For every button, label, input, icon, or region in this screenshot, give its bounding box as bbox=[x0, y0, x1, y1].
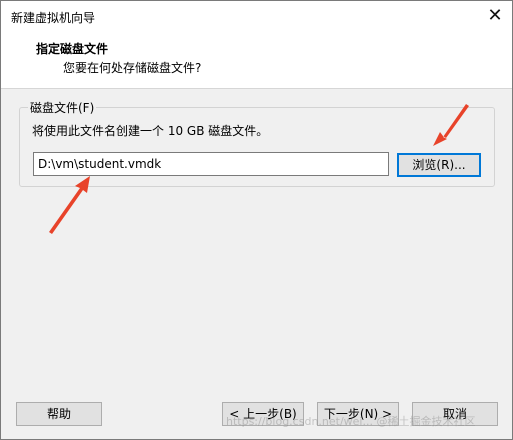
cancel-button[interactable]: 取消 bbox=[412, 402, 498, 426]
close-icon[interactable]: ✕ bbox=[478, 1, 512, 31]
page-subtitle: 您要在何处存储磁盘文件? bbox=[63, 61, 202, 75]
disk-file-group: 磁盘文件(F) 将使用此文件名创建一个 10 GB 磁盘文件。 D:\vm\st… bbox=[19, 99, 495, 187]
disk-file-legend: 磁盘文件(F) bbox=[28, 99, 97, 116]
help-button[interactable]: 帮助 bbox=[16, 402, 102, 426]
back-button[interactable]: < 上一步(B) bbox=[222, 402, 304, 426]
disk-path-input[interactable]: D:\vm\student.vmdk bbox=[33, 152, 389, 176]
page-title: 指定磁盘文件 bbox=[36, 42, 109, 56]
next-button[interactable]: 下一步(N) > bbox=[317, 402, 399, 426]
browse-button[interactable]: 浏览(R)... bbox=[397, 153, 481, 177]
disk-file-description: 将使用此文件名创建一个 10 GB 磁盘文件。 bbox=[32, 124, 269, 138]
title-bar: 新建虚拟机向导 ✕ bbox=[1, 1, 512, 31]
wizard-header: 指定磁盘文件 您要在何处存储磁盘文件? bbox=[1, 31, 512, 89]
wizard-window: 新建虚拟机向导 ✕ 指定磁盘文件 您要在何处存储磁盘文件? 磁盘文件(F) 将使… bbox=[0, 0, 513, 440]
window-title: 新建虚拟机向导 bbox=[11, 11, 96, 25]
